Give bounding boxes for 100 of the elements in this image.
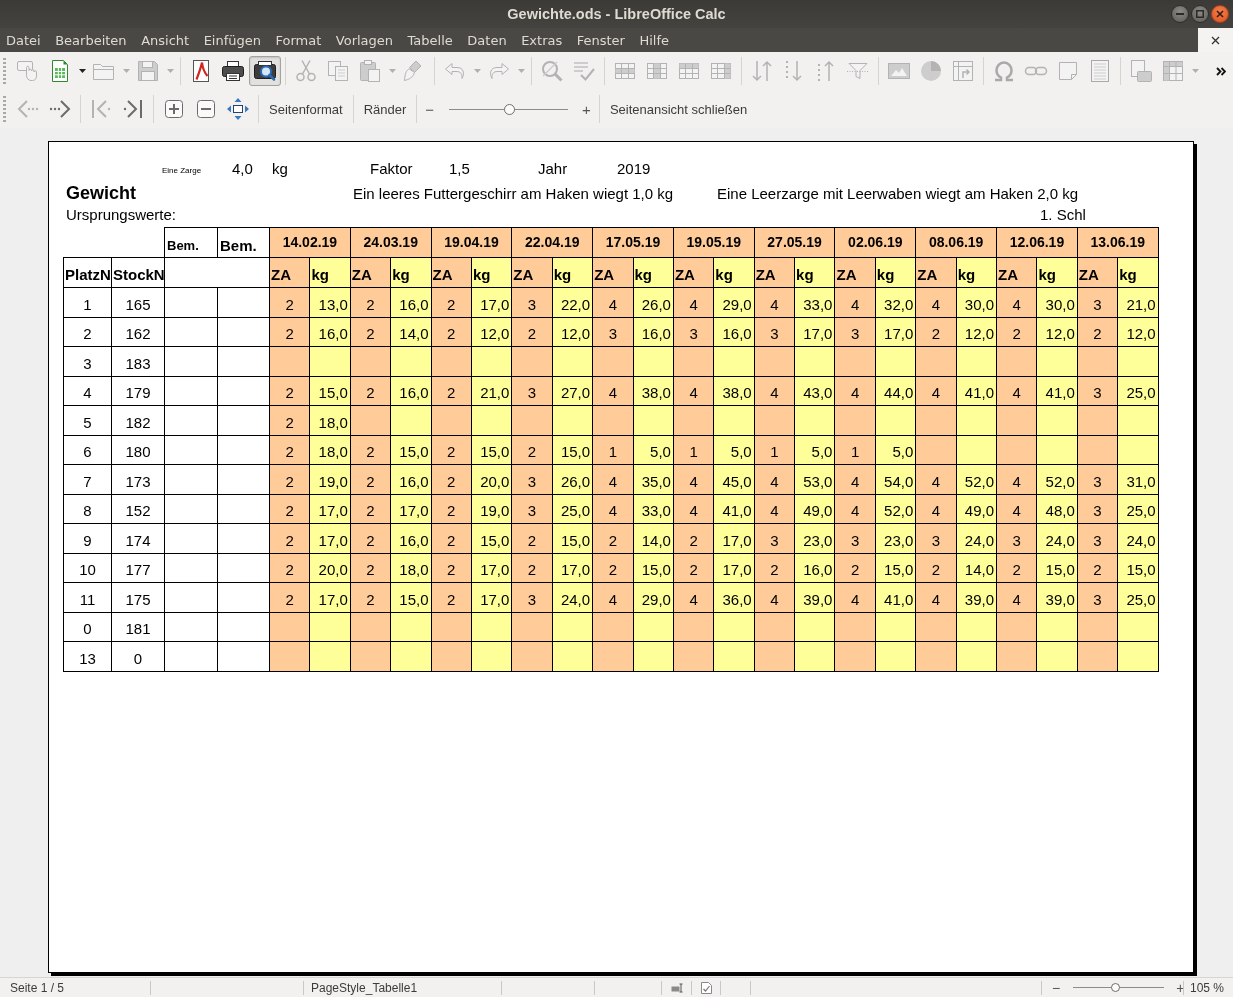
field-label: Eine Zarge <box>162 166 202 177</box>
date-header: 12.06.19 <box>996 227 1078 258</box>
margins-button[interactable]: Ränder <box>357 94 413 124</box>
table-cell <box>217 287 270 317</box>
zoom-percent: 105 % <box>1190 980 1225 995</box>
maximize-icon <box>1196 10 1204 18</box>
table-cell <box>217 612 270 642</box>
table-cell <box>164 582 218 612</box>
column-header: Bem. <box>164 227 218 258</box>
menu-item[interactable]: Fenster <box>576 32 625 48</box>
table-cell: 0 <box>63 612 112 642</box>
table-cell: 177 <box>111 553 165 583</box>
table-cell <box>164 405 218 435</box>
table-cell <box>217 494 270 524</box>
column-header: Bem. <box>217 227 270 258</box>
sheet-title: Gewicht <box>66 183 136 203</box>
table-cell <box>164 346 218 376</box>
table-cell <box>164 523 218 553</box>
table-cell: 13 <box>63 641 112 671</box>
table-cell: 165 <box>111 287 165 317</box>
menu-item[interactable]: Bearbeiten <box>55 32 127 48</box>
fullscreen-icon[interactable] <box>226 97 250 121</box>
toolbar-grip[interactable] <box>3 96 6 122</box>
table-cell: 175 <box>111 582 165 612</box>
table-cell: 173 <box>111 464 165 494</box>
slider-thumb[interactable] <box>503 103 515 115</box>
chevrons-icon[interactable] <box>1216 66 1226 76</box>
menu-item[interactable]: Ansicht <box>141 32 190 48</box>
table-cell <box>164 612 218 642</box>
table-cell: 180 <box>111 435 165 465</box>
zoom-in-button[interactable]: + <box>578 101 595 117</box>
page-indicator: Seite 1 / 5 <box>10 980 65 995</box>
table-cell <box>164 494 218 524</box>
field-value: 1,5 <box>449 160 470 177</box>
note-text: Eine Leerzarge mit Leerwaben wiegt am Haken 2,0 kg <box>717 184 1079 204</box>
table-cell: 0 <box>111 641 165 671</box>
table-cell: 11 <box>63 582 112 612</box>
table-cell: 182 <box>111 405 165 435</box>
table-cell <box>217 582 270 612</box>
zoom-out-button[interactable]: − <box>421 101 439 117</box>
unit-label: kg <box>272 160 288 177</box>
menu-item[interactable]: Hilfe <box>639 32 669 48</box>
date-header: 08.06.19 <box>915 227 997 258</box>
minimize-icon <box>1176 13 1184 15</box>
table-cell: 5 <box>63 405 112 435</box>
table-cell <box>164 287 218 317</box>
table-cell: 1 <box>63 287 112 317</box>
table-cell: 4 <box>63 376 112 406</box>
subtitle-text: Ursprungswerte: <box>66 206 177 224</box>
table-cell: 181 <box>111 612 165 642</box>
table-cell <box>217 553 270 583</box>
signature-icon[interactable] <box>701 981 712 994</box>
note-text: Ein leeres Futtergeschirr am Haken wiegt 1,0 kg <box>353 184 674 204</box>
date-header: 14.02.19 <box>269 227 351 258</box>
table-cell <box>164 317 218 347</box>
column-header: PlatzN <box>63 257 112 288</box>
last-page-icon[interactable] <box>121 97 145 121</box>
date-header: 19.04.19 <box>431 227 512 258</box>
table-cell: 183 <box>111 346 165 376</box>
close-preview-button[interactable]: Seitenansicht schließen <box>603 94 754 124</box>
caret-icon[interactable] <box>78 69 86 73</box>
page-format-button[interactable]: Seitenformat <box>263 94 349 124</box>
menu-item[interactable]: Datei <box>6 32 41 48</box>
table-cell <box>217 435 270 465</box>
minimize-button[interactable] <box>1171 5 1189 23</box>
table-cell: 162 <box>111 317 165 347</box>
menu-item[interactable]: Daten <box>467 32 507 48</box>
page-style-label: PageStyle_Tabelle1 <box>311 980 418 995</box>
date-header: 19.05.19 <box>673 227 755 258</box>
table-cell: 3 <box>63 346 112 376</box>
menu-item[interactable]: Einfügen <box>203 32 261 48</box>
maximize-button[interactable] <box>1191 5 1209 23</box>
close-document-button[interactable] <box>1198 28 1233 52</box>
field-label: Jahr <box>538 160 568 177</box>
table-cell: 2 <box>63 317 112 347</box>
table-cell: 8 <box>63 494 112 524</box>
column-label: 1. Schl <box>1040 206 1086 224</box>
zoom-out-icon[interactable] <box>194 97 218 121</box>
table-cell <box>217 405 270 435</box>
zoom-in-icon[interactable] <box>162 97 186 121</box>
zoom-out-button[interactable]: − <box>1048 980 1065 995</box>
menu-item[interactable]: Tabelle <box>407 32 453 48</box>
printer-icon[interactable] <box>221 59 245 83</box>
document-status-icon[interactable] <box>671 982 683 993</box>
menu-item[interactable]: Extras <box>521 32 563 48</box>
table-cell: 10 <box>63 553 112 583</box>
menu-item[interactable]: Format <box>275 32 322 48</box>
table-cell <box>164 641 218 671</box>
date-header: 02.06.19 <box>834 227 916 258</box>
table-cell <box>164 435 218 465</box>
menu-item[interactable]: Vorlagen <box>335 32 394 48</box>
table-cell <box>164 464 218 494</box>
table-cell <box>217 317 270 347</box>
slider-thumb[interactable] <box>1110 983 1120 992</box>
date-header: 17.05.19 <box>592 227 674 258</box>
field-label: Faktor <box>370 160 413 177</box>
table-cell <box>217 464 270 494</box>
close-button[interactable] <box>1211 5 1229 23</box>
toolbar-grip[interactable] <box>3 58 6 84</box>
table-cell <box>164 376 218 406</box>
